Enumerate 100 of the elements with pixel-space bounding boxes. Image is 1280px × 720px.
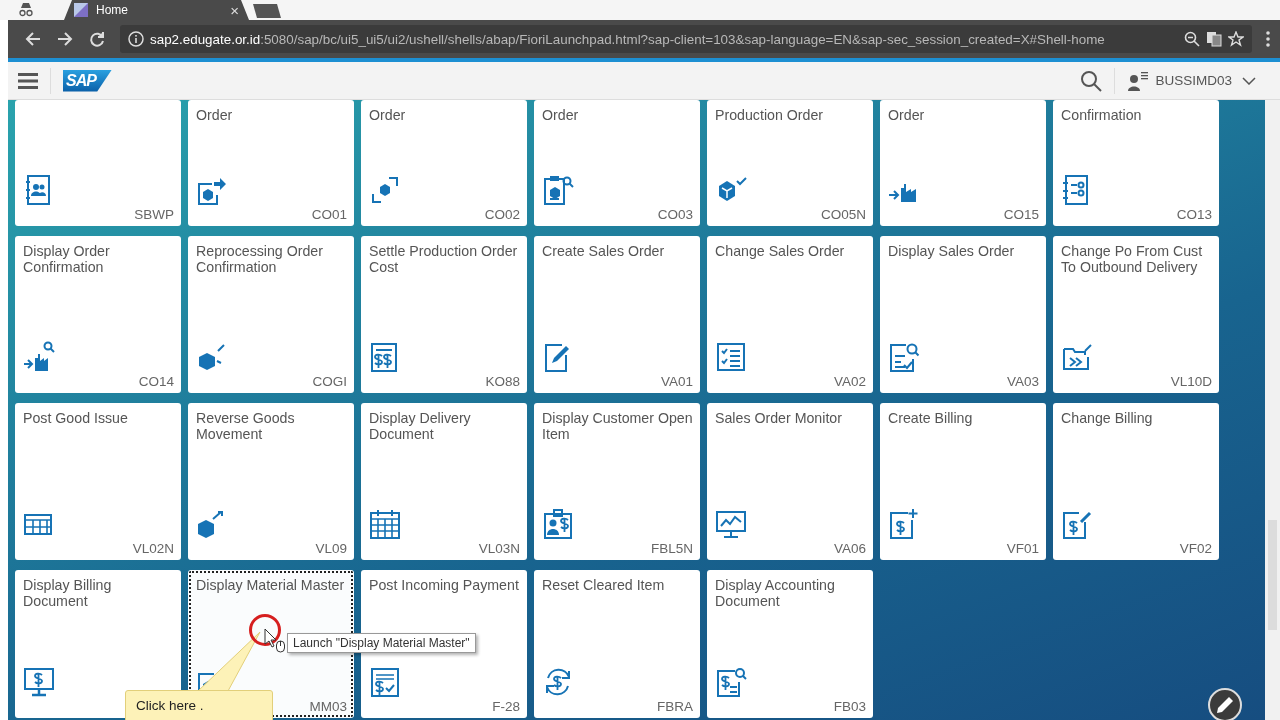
tile-title: Create Billing [888,410,974,426]
scrollbar[interactable] [1265,100,1280,720]
transaction-code: CO15 [1003,207,1039,223]
app-tile[interactable]: Confirmation CO13 [1053,100,1219,226]
app-tile[interactable]: Production Order CO05N [707,100,873,226]
app-tile[interactable]: SBWP [15,100,181,226]
app-tile[interactable]: Order CO02 [361,100,527,226]
transaction-code: CO02 [484,207,520,223]
new-tab-button[interactable] [251,4,283,18]
transaction-code: CO13 [1176,207,1212,223]
transaction-code: VA06 [833,541,866,557]
app-tile[interactable]: Sales Order Monitor VA06 [707,403,873,560]
calendar-icon [369,508,401,540]
transaction-code: FB03 [833,699,866,715]
folder-arrows-icon [1061,341,1093,373]
transaction-code: VL10D [1170,374,1212,390]
transaction-code: CO03 [657,207,693,223]
browser-tab[interactable]: Home × [64,0,249,20]
menu-icon[interactable] [1266,31,1270,47]
transaction-code: SBWP [134,207,174,223]
app-tile[interactable]: Create Billing VF01 [880,403,1046,560]
tile-title: Reset Cleared Item [542,577,666,593]
transaction-code: VF01 [1006,541,1039,557]
tile-title: Display Billing Document [23,577,113,609]
transaction-code: F-28 [492,699,520,715]
box-cycle-icon [369,174,401,206]
checklist-icon [715,341,747,373]
tile-title: Create Sales Order [542,243,666,259]
callout: Click here . [125,690,273,720]
transaction-code: VA03 [1006,374,1039,390]
tooltip: Launch "Display Material Master" [287,633,476,653]
app-tile[interactable]: Display Order Confirmation CO14 [15,236,181,393]
tile-title: Change Sales Order [715,243,846,259]
app-tile[interactable]: Create Sales Order VA01 [534,236,700,393]
app-tile[interactable]: Reprocessing Order Confirmation COGI [188,236,354,393]
tile-title: Display Customer Open Item [542,410,693,442]
transaction-code: VL02N [132,541,174,557]
tile-title: Display Accounting Document [715,577,836,609]
clipboard-search-icon [542,174,574,206]
pencil-icon [1216,696,1234,714]
tile-title: Display Order Confirmation [23,243,111,275]
back-icon[interactable] [24,30,42,48]
app-tile[interactable]: Order CO03 [534,100,700,226]
edit-button[interactable] [1208,688,1242,720]
tile-title: Reverse Goods Movement [196,410,296,442]
cursor-icon [264,628,286,654]
search-icon[interactable] [1080,69,1103,92]
tile-title: Order [542,107,580,123]
forward-icon[interactable] [56,30,74,48]
tile-title: Settle Production Order Cost [369,243,519,275]
app-tile[interactable]: Change Sales Order VA02 [707,236,873,393]
app-tile[interactable]: Order CO15 [880,100,1046,226]
transaction-code: CO14 [138,374,174,390]
transaction-code: COGI [312,374,347,390]
tile-title: Display Material Master [196,577,346,593]
app-tile[interactable]: Reverse Goods Movement VL09 [188,403,354,560]
monitor-dollar-icon [23,666,55,698]
user-name[interactable]: BUSSIMD03 [1155,73,1232,88]
star-icon[interactable] [1228,31,1244,47]
app-tile[interactable]: Change Billing VF02 [1053,403,1219,560]
zoom-out-icon[interactable] [1184,31,1200,47]
app-tile[interactable]: Display Accounting Document FB03 [707,570,873,718]
tile-title: Change Billing [1061,410,1154,426]
app-tile[interactable]: Reset Cleared Item FBRA [534,570,700,718]
translate-icon[interactable] [1206,31,1222,47]
tile-title: Reprocessing Order Confirmation [196,243,324,275]
tile-title: Post Good Issue [23,410,129,426]
user-icon[interactable] [1127,70,1150,91]
transaction-code: VF02 [1179,541,1212,557]
chevron-down-icon[interactable] [1242,76,1256,85]
person-dollar-icon [542,508,574,540]
tile-title: Order [369,107,407,123]
tile-title: Change Po From Cust To Outbound Delivery [1061,243,1204,275]
tile-title: Post Incoming Payment [369,577,520,593]
transaction-code: CO01 [311,207,347,223]
app-tile[interactable]: Order CO01 [188,100,354,226]
tab-title: Home [96,3,129,17]
app-tile[interactable]: Display Delivery Document VL03N [361,403,527,560]
tile-title: Display Delivery Document [369,410,472,442]
close-tab-button[interactable]: × [230,1,239,19]
app-tile[interactable]: Change Po From Cust To Outbound Delivery VL10D [1053,236,1219,393]
page-icon [74,3,88,17]
dollar-check-icon [369,666,401,698]
transaction-code: FBRA [657,699,693,715]
reload-icon[interactable] [88,30,106,48]
sap-logo[interactable]: SAP [63,69,112,92]
factory-search-icon [23,341,55,373]
menu-icon[interactable] [18,72,38,89]
app-tile[interactable]: Display Sales Order VA03 [880,236,1046,393]
transaction-code: MM03 [309,699,347,715]
app-tile[interactable]: Settle Production Order Cost KO88 [361,236,527,393]
transaction-code: VA01 [660,374,693,390]
app-tile[interactable]: Display Customer Open Item FBL5N [534,403,700,560]
monitor-chart-icon [715,508,747,540]
document-search-icon [888,341,920,373]
transaction-code: KO88 [485,374,520,390]
info-icon[interactable] [128,31,144,47]
app-tile[interactable]: Post Good Issue VL02N [15,403,181,560]
transaction-code: VA02 [833,374,866,390]
tile-title: Order [196,107,234,123]
